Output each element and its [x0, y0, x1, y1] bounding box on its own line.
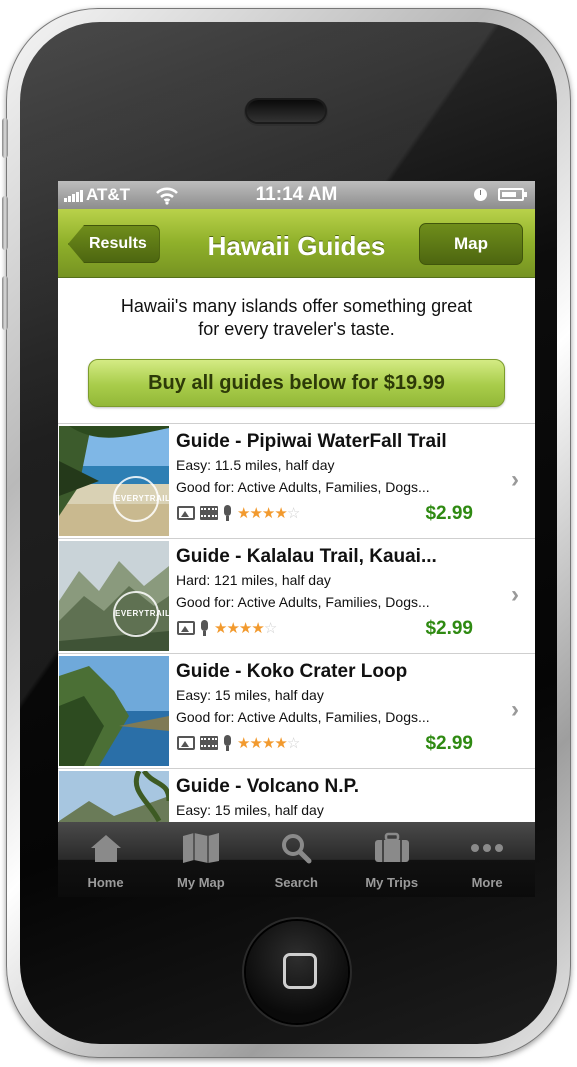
audio-icon [223, 735, 232, 751]
guide-title: Guide - Volcano N.P. [176, 776, 359, 797]
guide-thumbnail: EVERYTRAIL GUIDE [59, 541, 169, 651]
status-time: 11:14 AM [255, 184, 338, 205]
guide-row[interactable]: EVERYTRAIL GUIDE Guide - Kalalau Trail, K… [58, 538, 535, 653]
guide-difficulty: Easy: 15 miles, half day [176, 687, 324, 703]
tab-label: More [471, 875, 503, 890]
guide-row[interactable]: Guide - Koko Crater Loop Easy: 15 miles, … [58, 653, 535, 768]
guide-difficulty: Easy: 15 miles, half day [176, 802, 324, 818]
star-icon: ☆ [263, 620, 277, 637]
guide-thumbnail [59, 656, 169, 766]
navigation-bar: Results Hawaii Guides Map [58, 209, 535, 278]
everytrail-guide-badge: EVERYTRAIL GUIDE [113, 476, 169, 522]
video-icon [200, 506, 218, 520]
map-button[interactable]: Map [419, 223, 523, 265]
tab-bar: Home My Map Search My Trips More [58, 822, 535, 897]
guide-good-for: Good for: Active Adults, Families, Dogs.… [176, 594, 430, 610]
star-icon: ★ [251, 620, 264, 637]
rating-stars: ★★★★☆ [237, 734, 300, 752]
volume-down-button [2, 276, 8, 330]
star-icon: ☆ [286, 735, 300, 752]
audio-icon [200, 620, 209, 636]
chevron-right-icon: › [511, 466, 519, 493]
star-icon: ★ [226, 620, 239, 637]
guide-difficulty: Easy: 11.5 miles, half day [176, 457, 335, 473]
tab-more[interactable]: More [440, 822, 535, 897]
home-icon [89, 832, 123, 869]
guide-title: Guide - Koko Crater Loop [176, 661, 408, 682]
star-icon: ★ [274, 505, 287, 522]
intro-text: Hawaii's many islands offer something gr… [120, 296, 473, 339]
mute-switch [2, 118, 8, 158]
star-icon: ★ [261, 735, 275, 752]
star-icon: ★ [249, 505, 262, 522]
battery-icon [498, 188, 527, 201]
tab-label: Home [87, 875, 124, 890]
audio-icon [223, 505, 232, 521]
guide-good-for: Good for: Active Adults, Families, Dogs.… [176, 709, 430, 725]
home-button-icon [283, 953, 317, 989]
tab-home[interactable]: Home [58, 822, 153, 897]
photo-icon [177, 506, 195, 520]
chevron-right-icon: › [511, 581, 519, 608]
buy-all-guides-button[interactable]: Buy all guides below for $19.99 [88, 359, 505, 407]
tab-my-map[interactable]: My Map [153, 822, 248, 897]
star-icon: ★ [214, 620, 227, 637]
more-icon [467, 832, 507, 869]
guide-price: $2.99 [425, 618, 473, 639]
photo-icon [177, 736, 195, 750]
guide-media-icons: ★★★★☆ [177, 619, 277, 637]
chevron-right-icon: › [511, 696, 519, 723]
volume-up-button [2, 196, 8, 250]
star-icon: ★ [237, 735, 250, 752]
rating-stars: ★★★★☆ [237, 504, 300, 522]
star-icon: ☆ [286, 505, 300, 522]
guide-thumbnail: EVERYTRAIL GUIDE [59, 426, 169, 536]
alarm-clock-icon [474, 188, 487, 201]
tab-label: My Trips [365, 875, 419, 890]
status-bar: AT&T 11:14 AM [58, 181, 535, 209]
star-icon: ★ [274, 735, 287, 752]
star-icon: ★ [261, 505, 275, 522]
guide-price: $2.99 [425, 733, 473, 754]
guide-difficulty: Hard: 121 miles, half day [176, 572, 331, 588]
rating-stars: ★★★★☆ [214, 619, 277, 637]
video-icon [200, 736, 218, 750]
guide-media-icons: ★★★★☆ [177, 504, 300, 522]
screen: AT&T 11:14 AM Results Hawaii Guides Map … [58, 181, 535, 897]
tab-label: My Map [177, 875, 225, 890]
star-icon: ★ [238, 620, 252, 637]
tab-my-trips[interactable]: My Trips [344, 822, 439, 897]
photo-icon [177, 621, 195, 635]
star-icon: ★ [249, 735, 262, 752]
everytrail-guide-badge: EVERYTRAIL GUIDE [113, 591, 169, 637]
earpiece-speaker [247, 100, 325, 122]
guide-price: $2.99 [425, 503, 473, 524]
search-icon [279, 832, 313, 869]
suitcase-icon [373, 832, 411, 869]
map-icon [181, 832, 221, 869]
tab-label: Search [274, 875, 318, 890]
guide-media-icons: ★★★★☆ [177, 734, 300, 752]
guide-good-for: Good for: Active Adults, Families, Dogs.… [176, 479, 430, 495]
star-icon: ★ [237, 505, 250, 522]
guide-list: EVERYTRAIL GUIDE Guide - Pipiwai WaterFal… [58, 423, 535, 883]
guide-row[interactable]: EVERYTRAIL GUIDE Guide - Pipiwai WaterFal… [58, 423, 535, 538]
guide-title: Guide - Kalalau Trail, Kauai... [176, 546, 437, 567]
tab-search[interactable]: Search [249, 822, 344, 897]
guide-title: Guide - Pipiwai WaterFall Trail [176, 431, 447, 452]
